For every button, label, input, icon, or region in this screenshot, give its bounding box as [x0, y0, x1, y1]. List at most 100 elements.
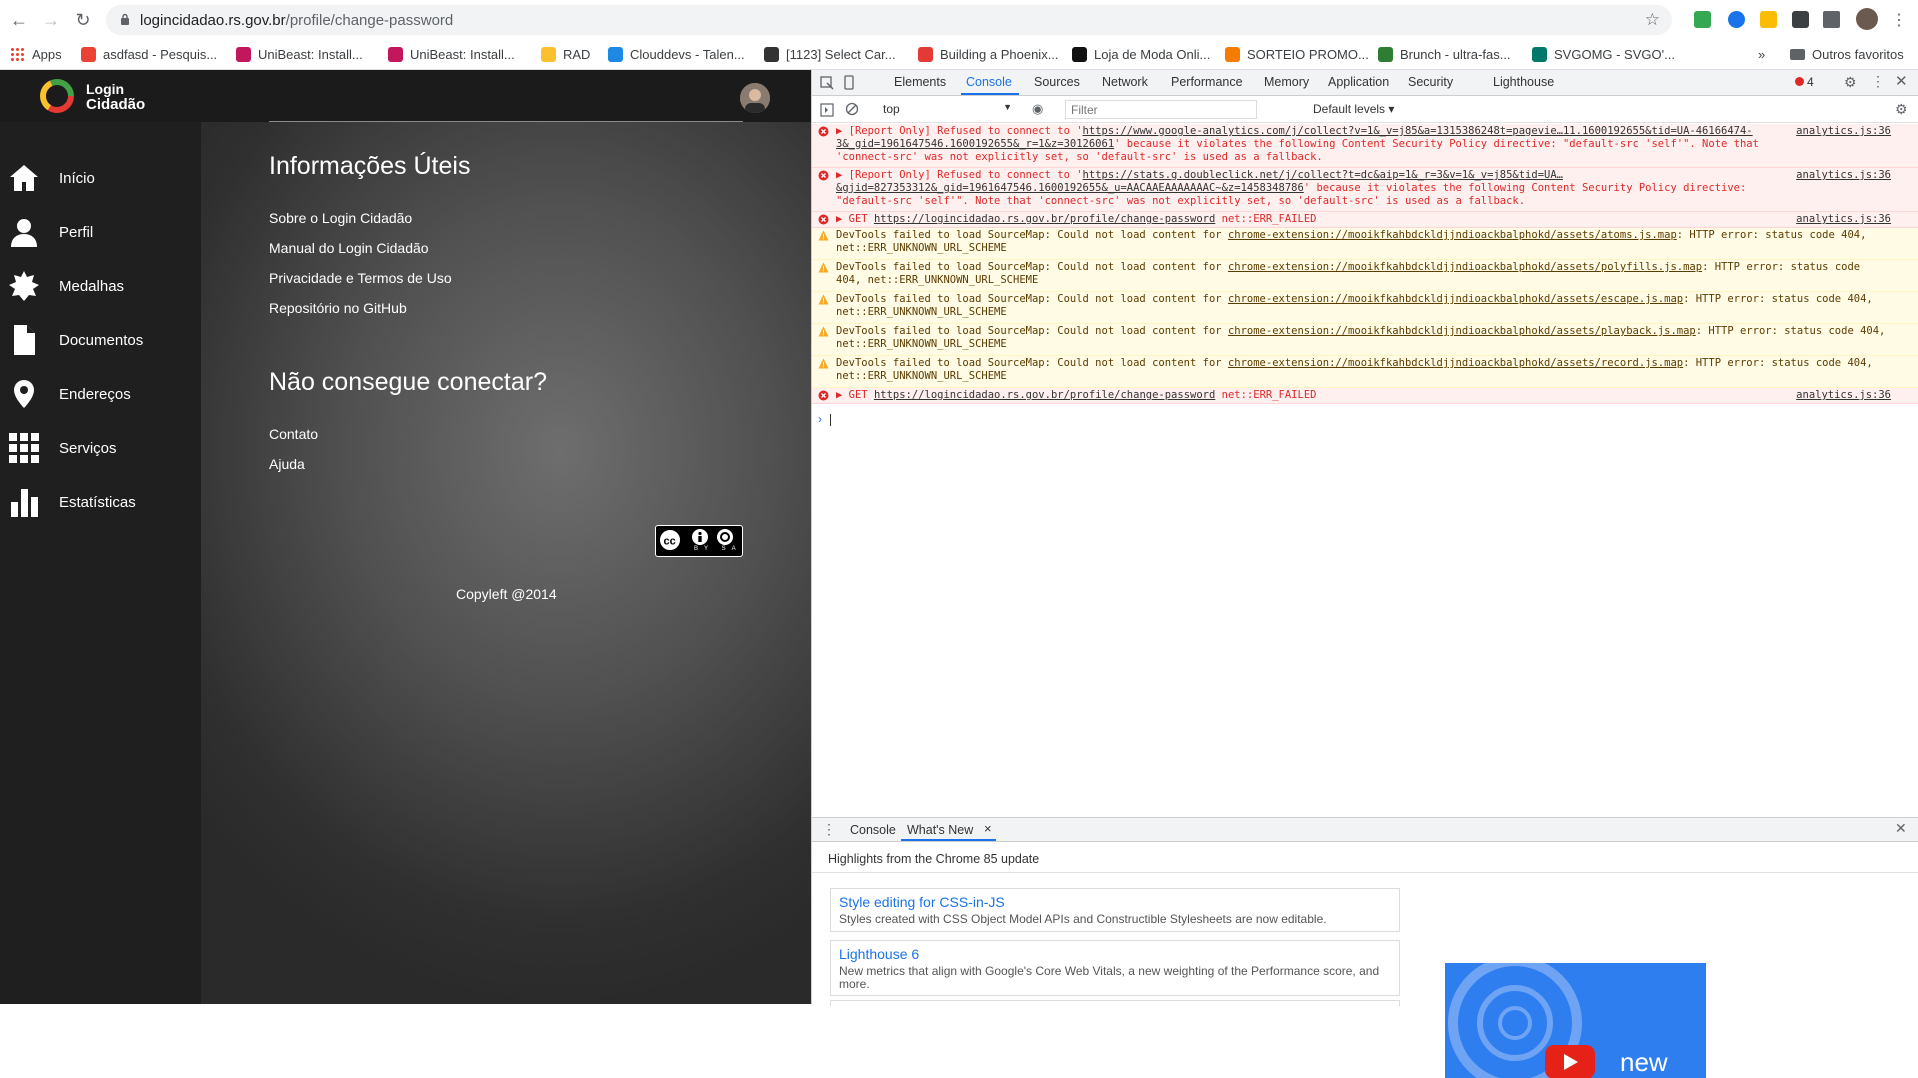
message-url-link[interactable]: chrome-extension://mooikfkahbdckldjjndio…	[1228, 325, 1696, 337]
devtools-menu-icon[interactable]: ⋮	[1871, 73, 1885, 90]
bookmark-clouddevs[interactable]: Clouddevs - Talen...	[608, 43, 745, 65]
site-page: Login Cidadão Início Perfil Medalhas Documen…	[0, 70, 811, 1004]
whats-new-card[interactable]: Style editing for CSS-in-JS Styles create…	[830, 888, 1400, 932]
tab-lighthouse[interactable]: Lighthouse	[1493, 75, 1554, 89]
tab-security[interactable]: Security	[1408, 75, 1453, 89]
console-prompt[interactable]: ›	[818, 412, 831, 426]
bookmark-apps-grid[interactable]: Apps	[10, 43, 62, 65]
error-count-badge[interactable]: 4	[1795, 75, 1814, 89]
profile-avatar[interactable]	[1856, 8, 1878, 30]
bookmark-star-icon[interactable]: ☆	[1645, 10, 1660, 30]
useful-link[interactable]: Privacidade e Termos de Uso	[269, 270, 452, 286]
bookmark-brunch[interactable]: Brunch - ultra-fas...	[1378, 43, 1511, 65]
puzzle-icon[interactable]	[1823, 11, 1840, 28]
user-avatar[interactable]	[740, 83, 770, 113]
bookmark-svgomg[interactable]: SVGOMG - SVGO'...	[1532, 43, 1675, 65]
back-icon[interactable]: ←	[6, 7, 32, 33]
other-bookmarks-folder[interactable]: Outros favoritos	[1790, 43, 1904, 65]
message-url-link[interactable]: https://logincidadao.rs.gov.br/profile/c…	[874, 389, 1215, 401]
address-bar[interactable]: logincidadao.rs.gov.br/profile/change-pa…	[106, 5, 1672, 35]
message-text: ▶ GET https://logincidadao.rs.gov.br/pro…	[836, 389, 1316, 401]
inspect-element-icon[interactable]	[820, 76, 834, 90]
tab-network[interactable]: Network	[1102, 75, 1148, 89]
error-icon	[818, 390, 829, 401]
bookmark-sorteio[interactable]: SORTEIO PROMO...	[1225, 43, 1369, 65]
sidebar-item-document[interactable]: Documentos	[0, 313, 201, 367]
card-title[interactable]: Style editing for CSS-in-JS	[839, 894, 1391, 910]
bookmark-raspberry[interactable]: UniBeast: Install...	[388, 43, 515, 65]
bookmark-rad[interactable]: RAD	[541, 43, 590, 65]
message-url-link[interactable]: chrome-extension://mooikfkahbdckldjjndio…	[1228, 293, 1683, 305]
console-warning: DevTools failed to load SourceMap: Could…	[812, 292, 1918, 324]
drawer-tab-console[interactable]: Console	[850, 823, 896, 837]
close-tab-icon[interactable]: ×	[984, 821, 992, 836]
connect-link[interactable]: Ajuda	[269, 456, 305, 472]
live-expression-eye-icon[interactable]: ◉	[1032, 101, 1043, 117]
message-source-link[interactable]: analytics.js:36	[1796, 389, 1891, 402]
sidebar-item-user[interactable]: Perfil	[0, 205, 201, 259]
message-url-link[interactable]: chrome-extension://mooikfkahbdckldjjndio…	[1228, 261, 1702, 273]
useful-link[interactable]: Sobre o Login Cidadão	[269, 210, 412, 226]
bookmark-z[interactable]: Loja de Moda Onli...	[1072, 43, 1210, 65]
connect-link[interactable]: Contato	[269, 426, 318, 442]
settings-gear-icon[interactable]: ⚙	[1844, 74, 1857, 91]
tab-performance[interactable]: Performance	[1171, 75, 1243, 89]
message-url-link[interactable]: https://logincidadao.rs.gov.br/profile/c…	[874, 213, 1215, 225]
whats-new-promo-image[interactable]: new	[1445, 963, 1706, 1078]
message-source-link[interactable]: analytics.js:36	[1796, 125, 1891, 138]
home-icon	[10, 165, 38, 191]
bookmark-phoenix[interactable]: Building a Phoenix...	[918, 43, 1059, 65]
reload-icon[interactable]: ↻	[70, 7, 96, 33]
close-drawer-icon[interactable]: ✕	[1895, 820, 1907, 837]
sidebar-item-bar-chart[interactable]: Estatísticas	[0, 475, 201, 529]
bookmark-label: asdfasd - Pesquis...	[103, 46, 218, 62]
whats-new-card[interactable]: Lighthouse 6 New metrics that align with …	[830, 940, 1400, 996]
useful-link[interactable]: Repositório no GitHub	[269, 300, 407, 316]
tab-application[interactable]: Application	[1328, 75, 1389, 89]
sidebar-item-medal[interactable]: Medalhas	[0, 259, 201, 313]
menu-kebab-icon[interactable]: ⋮	[1886, 7, 1912, 33]
message-url-link[interactable]: chrome-extension://mooikfkahbdckldjjndio…	[1228, 357, 1683, 369]
card-title[interactable]: Lighthouse 6	[839, 946, 1391, 962]
whats-new-title: Highlights from the Chrome 85 update	[828, 852, 1040, 866]
extension-icon[interactable]	[1760, 11, 1777, 28]
tab-sources[interactable]: Sources	[1034, 75, 1080, 89]
logo-text[interactable]: Login Cidadão	[86, 82, 145, 113]
close-devtools-icon[interactable]: ✕	[1895, 72, 1908, 90]
message-source-link[interactable]: analytics.js:36	[1796, 213, 1891, 226]
message-prefix: ▶ GET	[836, 213, 874, 225]
tab-elements[interactable]: Elements	[894, 75, 946, 89]
bookmark-github[interactable]: [1123] Select Car...	[764, 43, 896, 65]
forward-icon[interactable]: →	[38, 7, 64, 33]
extension-icon[interactable]	[1792, 11, 1809, 28]
extension-icon[interactable]	[1694, 11, 1711, 28]
bookmark-raspberry[interactable]: UniBeast: Install...	[236, 43, 363, 65]
tab-memory[interactable]: Memory	[1264, 75, 1309, 89]
console-settings-gear-icon[interactable]: ⚙	[1895, 101, 1908, 118]
drawer-tab-whats-new[interactable]: What's New	[907, 823, 973, 837]
sidebar-toggle-icon[interactable]	[820, 103, 834, 117]
phoenix-icon	[918, 46, 933, 62]
bookmark-google[interactable]: asdfasd - Pesquis...	[81, 43, 217, 65]
drawer-menu-icon[interactable]: ⋮	[822, 821, 836, 838]
bookmarks-overflow-chevron[interactable]: »	[1758, 43, 1765, 65]
login-cidadao-logo-icon[interactable]	[37, 76, 77, 116]
sidebar-item-grid[interactable]: Serviços	[0, 421, 201, 475]
useful-link[interactable]: Manual do Login Cidadão	[269, 240, 429, 256]
log-levels-dropdown[interactable]: Default levels ▾	[1313, 102, 1394, 116]
bookmark-label: Building a Phoenix...	[940, 46, 1059, 62]
message-text: ▶ GET https://logincidadao.rs.gov.br/pro…	[836, 213, 1316, 225]
clear-console-icon[interactable]	[845, 102, 859, 116]
console-filter-input[interactable]	[1065, 100, 1257, 119]
context-select[interactable]: top ▼	[879, 100, 1014, 120]
sidebar-item-map-pin[interactable]: Endereços	[0, 367, 201, 421]
error-icon	[818, 214, 829, 225]
extension-icon[interactable]	[1728, 11, 1745, 28]
creative-commons-badge[interactable]: cc BY SA	[655, 525, 743, 557]
sidebar-item-home[interactable]: Início	[0, 151, 201, 205]
message-url-link[interactable]: chrome-extension://mooikfkahbdckldjjndio…	[1228, 229, 1677, 241]
message-source-link[interactable]: analytics.js:36	[1796, 169, 1891, 182]
tab-console[interactable]: Console	[966, 75, 1012, 89]
clouddevs-icon	[608, 46, 623, 62]
device-toolbar-icon[interactable]	[842, 75, 856, 91]
